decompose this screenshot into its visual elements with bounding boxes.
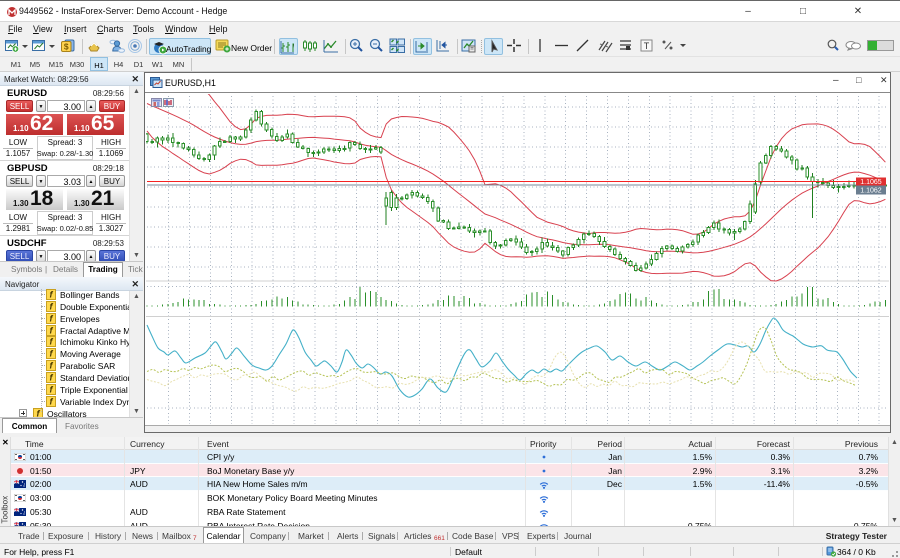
svg-text:T: T <box>644 41 650 51</box>
svg-text:1.1065: 1.1065 <box>860 179 882 186</box>
svg-text:1.1062: 1.1062 <box>860 188 882 195</box>
svg-text:$: $ <box>64 42 69 52</box>
